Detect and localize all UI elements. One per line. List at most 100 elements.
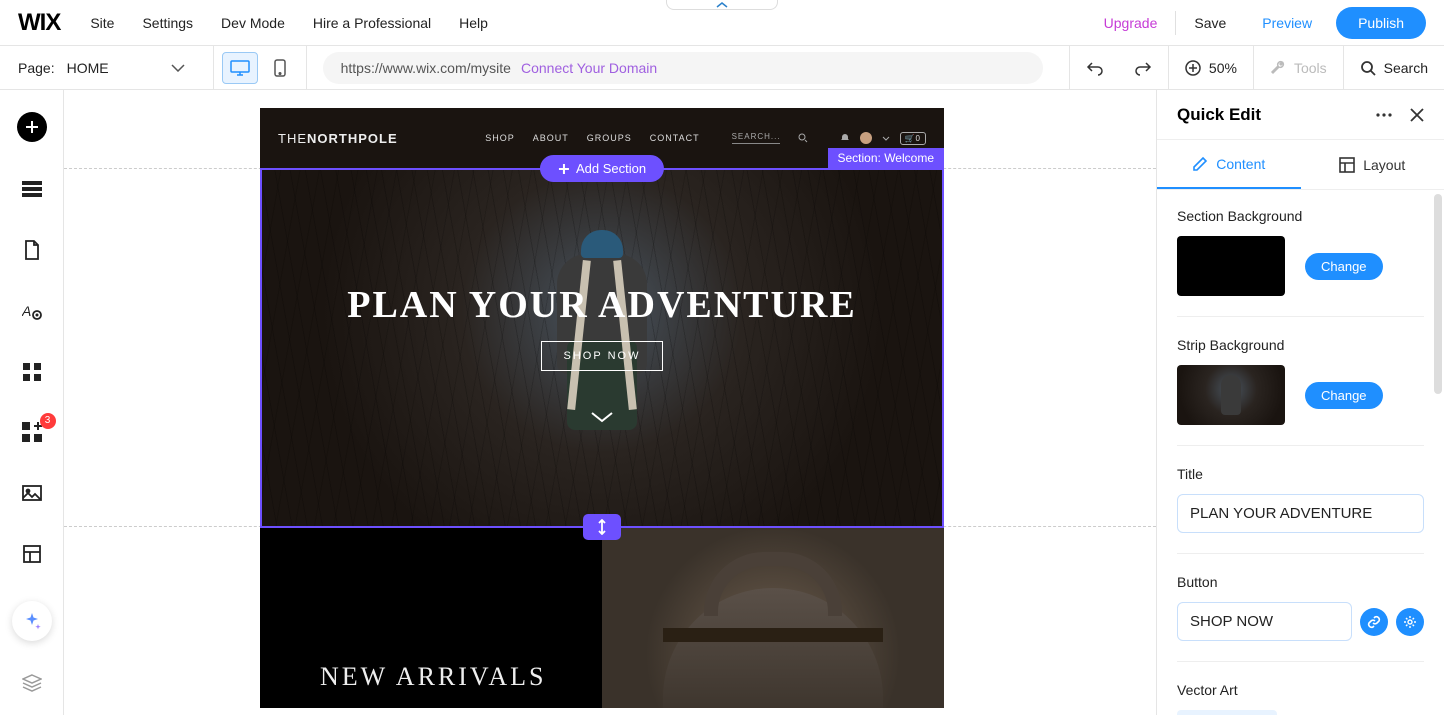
new-arrivals-section[interactable]: NEW ARRIVALS [260,528,944,708]
panel-scrollbar[interactable] [1434,194,1442,394]
section-bg-label: Section Background [1177,208,1424,224]
chevron-down-icon [882,136,890,141]
more-icon[interactable] [1376,113,1392,117]
nav-groups[interactable]: GROUPS [587,133,632,143]
preview-button[interactable]: Preview [1244,15,1330,31]
tools-button[interactable]: Tools [1253,46,1343,89]
layout-icon [1339,157,1355,173]
tools-label: Tools [1294,60,1327,76]
tab-layout[interactable]: Layout [1301,140,1444,189]
change-strip-bg-button[interactable]: Change [1305,382,1383,409]
nav-shop[interactable]: SHOP [485,133,515,143]
menu-help[interactable]: Help [459,15,488,31]
section-label-tag: Section: Welcome [828,148,945,168]
hero-cta-button[interactable]: SHOP NOW [541,341,664,371]
button-label: Button [1177,574,1424,590]
link-icon [1367,615,1381,629]
save-button[interactable]: Save [1176,15,1244,31]
site-logo: THENORTHPOLE [278,131,398,146]
zoom-value: 50% [1209,60,1237,76]
hero-strip[interactable]: PLAN YOUR ADVENTURE SHOP NOW [262,170,942,526]
scroll-down-icon[interactable] [590,411,614,423]
layers-button[interactable] [16,667,48,699]
sections-button[interactable] [16,176,48,203]
hero-title[interactable]: PLAN YOUR ADVENTURE [347,283,857,327]
avatar-icon[interactable] [860,132,872,144]
pencil-icon [1192,156,1208,172]
gear-icon [1403,615,1417,629]
nav-contact[interactable]: CONTACT [650,133,700,143]
page-toolbar: Page: HOME https://www.wix.com/mysite Co… [0,46,1444,90]
menu-site[interactable]: Site [90,15,114,31]
title-input[interactable] [1177,494,1424,533]
left-rail: A 3 [0,90,64,715]
button-link-button[interactable] [1360,608,1388,636]
redo-button[interactable] [1134,60,1152,76]
add-section-button[interactable]: Add Section [540,155,664,182]
site-nav: SHOP ABOUT GROUPS CONTACT SEARCH... 🛒0 [485,132,926,145]
editor-canvas[interactable]: THENORTHPOLE SHOP ABOUT GROUPS CONTACT S… [64,90,1156,715]
title-label: Title [1177,466,1424,482]
zoom-control[interactable]: 50% [1168,46,1253,89]
bell-icon[interactable] [840,133,850,143]
page-label: Page: [18,60,55,76]
top-collapse-handle[interactable] [666,0,778,10]
undo-button[interactable] [1086,60,1104,76]
button-text-input[interactable] [1177,602,1352,641]
media-button[interactable] [16,480,48,507]
undo-redo-group [1069,46,1168,89]
tab-content[interactable]: Content [1157,140,1301,189]
url-bar[interactable]: https://www.wix.com/mysite Connect Your … [323,52,1043,84]
search-label: Search [1384,60,1428,76]
search-icon[interactable] [798,133,808,143]
new-arrivals-title[interactable]: NEW ARRIVALS [320,662,546,692]
panel-header: Quick Edit [1157,90,1444,140]
new-arrivals-image [602,528,944,708]
cart-icon[interactable]: 🛒0 [900,132,926,145]
selected-section[interactable]: Section: Welcome Add Section PLAN YOUR A… [260,168,944,528]
pages-button[interactable] [16,237,48,264]
site-search[interactable]: SEARCH... [732,132,780,144]
desktop-view-button[interactable] [222,52,258,84]
svg-text:A: A [22,303,31,319]
content-manager-button[interactable] [16,540,48,567]
wix-logo: WIX [18,9,60,37]
design-button[interactable]: A [16,297,48,324]
menu-items: Site Settings Dev Mode Hire a Profession… [90,15,488,31]
search-button[interactable]: Search [1343,46,1444,89]
button-settings-button[interactable] [1396,608,1424,636]
apps-button[interactable] [16,358,48,385]
menu-dev-mode[interactable]: Dev Mode [221,15,285,31]
upgrade-link[interactable]: Upgrade [1086,15,1176,31]
panel-body: Section Background Change Strip Backgrou… [1157,190,1444,715]
mobile-view-button[interactable] [262,52,298,84]
close-icon[interactable] [1410,108,1424,122]
new-arrivals-left: NEW ARRIVALS [260,528,602,708]
site-preview: THENORTHPOLE SHOP ABOUT GROUPS CONTACT S… [260,108,944,708]
vector-art-label: Vector Art [1177,682,1424,698]
site-url: https://www.wix.com/mysite [341,60,511,76]
quick-edit-panel: Quick Edit Content Layout Section Backgr… [1156,90,1444,715]
page-name: HOME [67,60,109,76]
publish-button[interactable]: Publish [1336,7,1426,39]
app-market-button[interactable]: 3 [16,419,48,446]
add-element-button[interactable] [16,112,48,142]
change-section-bg-button[interactable]: Change [1305,253,1383,280]
menu-hire[interactable]: Hire a Professional [313,15,431,31]
section-bg-thumbnail[interactable] [1177,236,1285,296]
panel-tabs: Content Layout [1157,140,1444,190]
panel-title: Quick Edit [1177,105,1261,125]
strip-bg-thumbnail[interactable] [1177,365,1285,425]
chevron-down-icon [171,64,185,72]
notification-badge: 3 [40,413,56,429]
section-resize-handle[interactable] [583,514,621,540]
device-switcher [213,46,307,89]
vector-art-thumbnail[interactable] [1177,710,1277,715]
menu-settings[interactable]: Settings [142,15,193,31]
connect-domain-link[interactable]: Connect Your Domain [521,60,657,76]
nav-about[interactable]: ABOUT [533,133,569,143]
page-selector[interactable]: Page: HOME [0,46,203,89]
ai-assistant-button[interactable] [12,601,52,641]
plus-icon [17,112,47,142]
plus-icon [558,163,570,175]
